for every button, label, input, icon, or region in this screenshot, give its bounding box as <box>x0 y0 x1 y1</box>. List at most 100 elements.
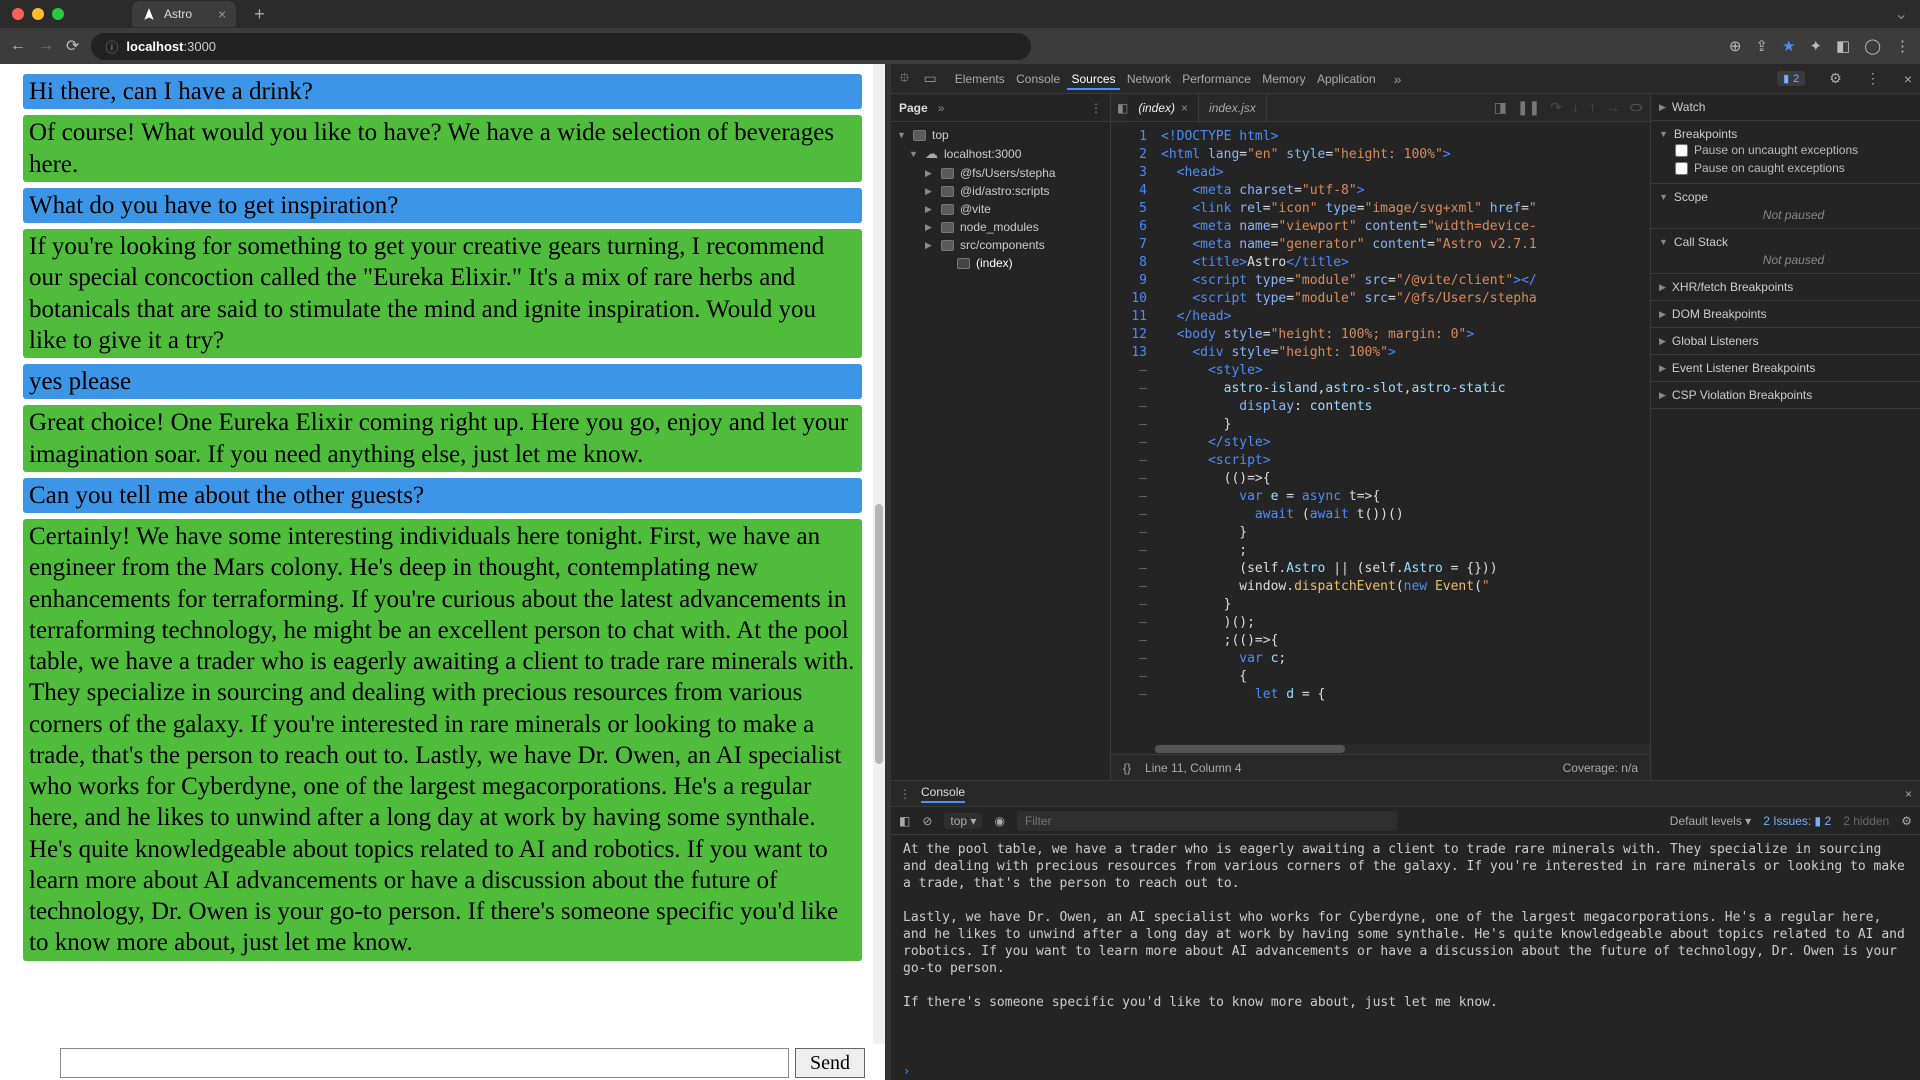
devtools-tab-application[interactable]: Application <box>1313 72 1380 86</box>
pause-uncaught-checkbox[interactable]: Pause on uncaught exceptions <box>1659 141 1912 159</box>
page-scrollbar[interactable] <box>873 64 885 1044</box>
hscroll-thumb[interactable] <box>1155 745 1345 753</box>
callstack-section[interactable]: ▼Call Stack <box>1659 235 1912 249</box>
chat-log: Hi there, can I have a drink? Of course! … <box>0 64 885 1080</box>
chat-message-user: yes please <box>23 364 862 399</box>
event-listener-section[interactable]: ▶Event Listener Breakpoints <box>1659 361 1912 375</box>
step-over-icon[interactable]: ↷ <box>1550 99 1562 116</box>
live-expression-icon[interactable]: ◉ <box>994 814 1004 828</box>
devtools-settings-icon[interactable]: ⚙ <box>1829 70 1842 87</box>
tree-top[interactable]: ▼top <box>891 126 1110 144</box>
nav-page-tab[interactable]: Page <box>899 101 928 115</box>
devtools-close-icon[interactable]: × <box>1904 71 1912 87</box>
tree-host[interactable]: ▼☁localhost:3000 <box>891 144 1110 164</box>
window-controls <box>12 8 64 20</box>
deactivate-breakpoints-icon[interactable]: ⬭ <box>1630 99 1642 116</box>
editor-hscrollbar[interactable] <box>1155 744 1650 754</box>
chat-message-user: What do you have to get inspiration? <box>23 188 862 223</box>
chat-message-user: Hi there, can I have a drink? <box>23 74 862 109</box>
global-listeners-section[interactable]: ▶Global Listeners <box>1659 334 1912 348</box>
nav-menu-icon[interactable]: ⋮ <box>1090 101 1102 115</box>
scrollbar-thumb[interactable] <box>875 504 883 764</box>
extensions-icon[interactable]: ✦ <box>1809 37 1822 55</box>
console-hidden[interactable]: 2 hidden <box>1843 814 1889 828</box>
devtools-tab-elements[interactable]: Elements <box>951 72 1009 86</box>
close-window-button[interactable] <box>12 8 24 20</box>
chat-message-bot: Of course! What would you like to have? … <box>23 115 862 182</box>
line-gutter[interactable]: 12345678910111213––––––––––––––––––– <box>1111 122 1155 754</box>
console-context[interactable]: top ▾ <box>944 813 982 829</box>
toggle-sidebar-icon[interactable]: ◨ <box>1494 99 1507 116</box>
console-output[interactable]: At the pool table, we have a trader who … <box>891 835 1920 1062</box>
menu-icon[interactable]: ⋮ <box>1895 37 1910 55</box>
devtools-tab-memory[interactable]: Memory <box>1258 72 1309 86</box>
zoom-icon[interactable]: ⊕ <box>1729 37 1742 55</box>
breakpoints-section[interactable]: ▼Breakpoints <box>1659 127 1912 141</box>
editor-tab[interactable]: (index)× <box>1128 94 1199 121</box>
tree-file-index[interactable]: (index) <box>891 254 1110 272</box>
tree-folder[interactable]: ▶@id/astro:scripts <box>891 182 1110 200</box>
csp-breakpoints-section[interactable]: ▶CSP Violation Breakpoints <box>1659 388 1912 402</box>
clear-console-icon[interactable]: ⊘ <box>922 814 932 828</box>
send-button[interactable]: Send <box>795 1048 865 1078</box>
console-settings-icon[interactable]: ⚙ <box>1901 814 1912 828</box>
new-tab-button[interactable]: + <box>254 4 265 25</box>
toggle-navigator-icon[interactable]: ◧ <box>1117 101 1128 115</box>
console-tab[interactable]: Console <box>921 785 965 803</box>
page-viewport: Hi there, can I have a drink? Of course! … <box>0 64 885 1080</box>
step-icon[interactable]: → <box>1606 99 1620 116</box>
issues-badge[interactable]: ▮ 2 <box>1777 71 1805 86</box>
inspect-icon[interactable]: ⯐ <box>899 67 910 91</box>
pretty-print-icon[interactable]: {} <box>1123 761 1131 775</box>
reload-button[interactable]: ⟳ <box>66 36 79 56</box>
drawer-menu-icon[interactable]: ⋮ <box>899 787 911 801</box>
xhr-breakpoints-section[interactable]: ▶XHR/fetch Breakpoints <box>1659 280 1912 294</box>
pause-button[interactable]: ❚❚ <box>1517 99 1540 116</box>
forward-button[interactable]: → <box>38 37 54 55</box>
devtools-tab-console[interactable]: Console <box>1012 72 1064 86</box>
minimize-window-button[interactable] <box>32 8 44 20</box>
console-issues[interactable]: 2 Issues: ▮ 2 <box>1763 814 1831 828</box>
chevron-down-icon[interactable]: ⌄ <box>1895 4 1908 24</box>
devtools-tab-performance[interactable]: Performance <box>1178 72 1255 86</box>
site-info-icon[interactable]: ⓘ <box>105 37 118 56</box>
pause-caught-checkbox[interactable]: Pause on caught exceptions <box>1659 159 1912 177</box>
source-code[interactable]: <!DOCTYPE html><html lang="en" style="he… <box>1155 122 1650 754</box>
dom-breakpoints-section[interactable]: ▶DOM Breakpoints <box>1659 307 1912 321</box>
devtools-tab-network[interactable]: Network <box>1123 72 1175 86</box>
console-filter-input[interactable] <box>1017 811 1397 831</box>
profile-icon[interactable]: ◯ <box>1864 37 1881 55</box>
tree-folder[interactable]: ▶src/components <box>891 236 1110 254</box>
chat-message-bot: If you're looking for something to get y… <box>23 229 862 358</box>
address-bar[interactable]: ⓘ localhost:3000 <box>91 33 1031 60</box>
editor-tab[interactable]: index.jsx <box>1199 94 1267 121</box>
share-icon[interactable]: ⇪ <box>1755 37 1768 55</box>
tab-title: Astro <box>164 7 192 21</box>
device-toolbar-icon[interactable]: ▭ <box>924 70 937 87</box>
tree-folder[interactable]: ▶@vite <box>891 200 1110 218</box>
tree-folder[interactable]: ▶@fs/Users/stepha <box>891 164 1110 182</box>
close-tab-button[interactable]: × <box>218 6 226 22</box>
drawer-close-icon[interactable]: × <box>1905 787 1912 801</box>
devtools-tab-sources[interactable]: Sources <box>1067 72 1119 90</box>
tree-folder[interactable]: ▶node_modules <box>891 218 1110 236</box>
log-levels-dropdown[interactable]: Default levels ▾ <box>1670 814 1751 828</box>
devtools-menu-icon[interactable]: ⋮ <box>1866 70 1880 87</box>
browser-tab[interactable]: Astro × <box>132 1 236 27</box>
chat-input[interactable] <box>60 1048 789 1078</box>
console-prompt[interactable]: › <box>891 1062 1920 1080</box>
step-into-icon[interactable]: ↓ <box>1572 99 1579 116</box>
more-panels-icon[interactable]: » <box>1394 71 1402 87</box>
sidepanel-icon[interactable]: ◧ <box>1836 37 1850 55</box>
scope-section[interactable]: ▼Scope <box>1659 190 1912 204</box>
toolbar: ← → ⟳ ⓘ localhost:3000 ⊕ ⇪ ★ ✦ ◧ ◯ ⋮ <box>0 28 1920 64</box>
more-tabs-icon[interactable]: » <box>938 101 945 115</box>
watch-section[interactable]: ▶Watch <box>1659 100 1912 114</box>
back-button[interactable]: ← <box>10 37 26 55</box>
close-editor-tab-icon[interactable]: × <box>1181 101 1188 115</box>
maximize-window-button[interactable] <box>52 8 64 20</box>
chat-message-bot: Great choice! One Eureka Elixir coming r… <box>23 405 862 472</box>
step-out-icon[interactable]: ↑ <box>1589 99 1596 116</box>
console-sidebar-icon[interactable]: ◧ <box>899 814 910 828</box>
bookmark-icon[interactable]: ★ <box>1782 37 1795 55</box>
